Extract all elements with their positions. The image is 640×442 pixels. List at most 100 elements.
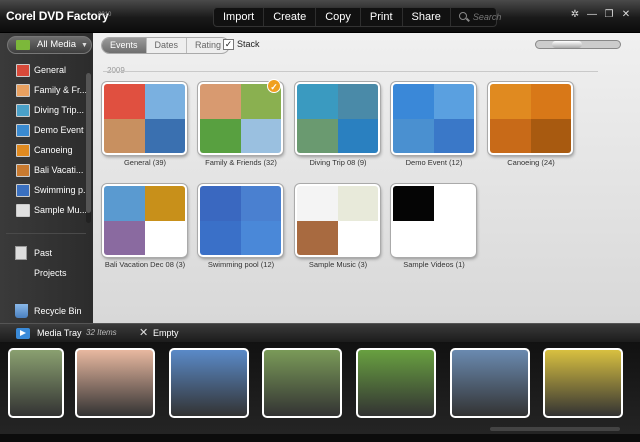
sidebar-item-label: Demo Event bbox=[34, 125, 84, 135]
settings-icon[interactable]: ✲ bbox=[568, 8, 582, 22]
media-browser: Events Dates Rating ✓ Stack 2009 General… bbox=[93, 33, 640, 323]
sidebar-item-label: Diving Trip... bbox=[34, 105, 85, 115]
main-menu: Import Create Copy Print Share Search bbox=[213, 7, 501, 27]
album-cover[interactable] bbox=[102, 184, 187, 257]
album-photo bbox=[104, 118, 145, 153]
all-media-label: All Media bbox=[37, 39, 77, 50]
album-thumb-icon bbox=[16, 104, 30, 117]
restore-button[interactable]: ❐ bbox=[602, 8, 616, 22]
album-diving-trip[interactable]: Diving Trip 08 (9) bbox=[295, 82, 381, 167]
tray-thumbnail[interactable] bbox=[543, 348, 623, 418]
tab-dates[interactable]: Dates bbox=[147, 38, 188, 53]
media-tray bbox=[0, 342, 640, 442]
search-placeholder: Search bbox=[472, 12, 502, 22]
menu-print[interactable]: Print bbox=[361, 8, 403, 26]
album-photo bbox=[297, 84, 338, 119]
album-label: Diving Trip 08 (9) bbox=[309, 158, 367, 167]
scrollbar-thumb[interactable] bbox=[86, 73, 91, 213]
document-icon bbox=[15, 246, 27, 260]
empty-tray-button[interactable]: Empty bbox=[153, 328, 179, 338]
sidebar-item-general[interactable]: General bbox=[0, 60, 86, 80]
album-general[interactable]: General (39) bbox=[102, 82, 188, 167]
tray-thumbnail[interactable] bbox=[169, 348, 249, 418]
album-family-friends[interactable]: ✓ Family & Friends (32) bbox=[198, 79, 284, 167]
tray-thumbnail[interactable] bbox=[8, 348, 64, 418]
album-bali-vacation[interactable]: Bali Vacation Dec 08 (3) bbox=[102, 184, 188, 269]
tray-scrollbar[interactable] bbox=[490, 427, 620, 431]
sidebar-item-label: Family & Fr... bbox=[34, 85, 86, 95]
album-label: Canoeing (24) bbox=[507, 158, 555, 167]
past-projects-label: Past Projects bbox=[34, 248, 67, 278]
tab-events[interactable]: Events bbox=[102, 38, 147, 53]
sidebar-item-label: Bali Vacati... bbox=[34, 165, 84, 175]
sidebar-item-label: General bbox=[34, 65, 67, 75]
media-tray-icon[interactable] bbox=[16, 328, 30, 339]
search-icon bbox=[458, 12, 467, 20]
menu-copy[interactable]: Copy bbox=[316, 8, 361, 26]
menu-create[interactable]: Create bbox=[264, 8, 317, 26]
status-strip bbox=[0, 434, 640, 442]
album-photo bbox=[200, 118, 241, 153]
album-cover[interactable] bbox=[295, 82, 380, 155]
media-tray-count: 32 Items bbox=[86, 328, 117, 337]
album-sample-music[interactable]: Sample Music (3) bbox=[295, 184, 381, 269]
sidebar-item-label: Sample Mu... bbox=[34, 205, 86, 215]
album-photo bbox=[337, 118, 378, 153]
past-projects-item[interactable]: Past Projects bbox=[0, 243, 86, 278]
menu-import[interactable]: Import bbox=[214, 8, 265, 26]
tray-thumbnail[interactable] bbox=[450, 348, 530, 418]
album-label: Sample Music (3) bbox=[308, 260, 368, 269]
app-version: 2010 bbox=[98, 12, 112, 18]
recycle-bin-label: Recycle Bin bbox=[34, 306, 82, 316]
search-input[interactable]: Search bbox=[451, 8, 501, 26]
album-photo bbox=[200, 186, 241, 221]
album-cover[interactable] bbox=[295, 184, 380, 257]
album-thumb-icon bbox=[16, 124, 30, 137]
menu-share[interactable]: Share bbox=[403, 8, 451, 26]
app-window: Corel DVD Factory 2010 Import Create Cop… bbox=[0, 0, 640, 442]
chevron-down-icon: ▼ bbox=[81, 42, 88, 49]
album-label: Bali Vacation Dec 08 (3) bbox=[104, 260, 186, 269]
album-canoeing[interactable]: Canoeing (24) bbox=[488, 82, 574, 167]
album-swimming-pool[interactable]: Swimming pool (12) bbox=[198, 184, 284, 269]
sidebar-item-family[interactable]: Family & Fr... bbox=[0, 80, 86, 100]
album-photo bbox=[490, 118, 531, 153]
sidebar-scrollbar[interactable] bbox=[86, 73, 91, 223]
album-demo-event[interactable]: Demo Event (12) bbox=[391, 82, 477, 167]
zoom-slider[interactable] bbox=[535, 40, 621, 49]
album-photo bbox=[530, 118, 571, 153]
album-photo bbox=[200, 84, 241, 119]
album-photo bbox=[337, 220, 378, 255]
sidebar-item-canoeing[interactable]: Canoeing bbox=[0, 140, 86, 160]
album-label: Sample Videos (1) bbox=[403, 260, 465, 269]
album-cover[interactable] bbox=[391, 184, 476, 257]
tray-thumbnail[interactable] bbox=[356, 348, 436, 418]
album-cover[interactable] bbox=[102, 82, 187, 155]
album-sample-videos[interactable]: Sample Videos (1) bbox=[391, 184, 477, 269]
sidebar-item-diving[interactable]: Diving Trip... bbox=[0, 100, 86, 120]
album-label: Family & Friends (32) bbox=[205, 158, 277, 167]
sidebar-item-demo-event[interactable]: Demo Event bbox=[0, 120, 86, 140]
stack-checkbox[interactable]: ✓ bbox=[223, 39, 234, 50]
view-tabs: Events Dates Rating bbox=[101, 37, 231, 54]
sidebar-item-bali[interactable]: Bali Vacati... bbox=[0, 160, 86, 180]
album-cover[interactable] bbox=[488, 82, 573, 155]
album-cover[interactable] bbox=[198, 82, 283, 155]
all-media-dropdown[interactable]: All Media ▼ bbox=[7, 36, 92, 54]
zoom-slider-thumb[interactable] bbox=[552, 41, 583, 48]
sidebar-item-swimming[interactable]: Swimming p... bbox=[0, 180, 86, 200]
album-photo bbox=[393, 84, 434, 119]
tray-thumbnail[interactable] bbox=[262, 348, 342, 418]
recycle-bin-item[interactable]: Recycle Bin bbox=[0, 301, 86, 321]
album-label: General (39) bbox=[123, 158, 167, 167]
album-photo bbox=[337, 186, 378, 221]
close-icon[interactable]: ✕ bbox=[139, 326, 148, 339]
tray-thumbnail[interactable] bbox=[75, 348, 155, 418]
album-cover[interactable] bbox=[198, 184, 283, 257]
album-photo bbox=[240, 220, 281, 255]
media-tray-title: Media Tray bbox=[37, 328, 82, 338]
sidebar-item-sample-music[interactable]: Sample Mu... bbox=[0, 200, 86, 220]
album-cover[interactable] bbox=[391, 82, 476, 155]
close-button[interactable]: ✕ bbox=[619, 8, 633, 22]
minimize-button[interactable]: — bbox=[585, 8, 599, 22]
